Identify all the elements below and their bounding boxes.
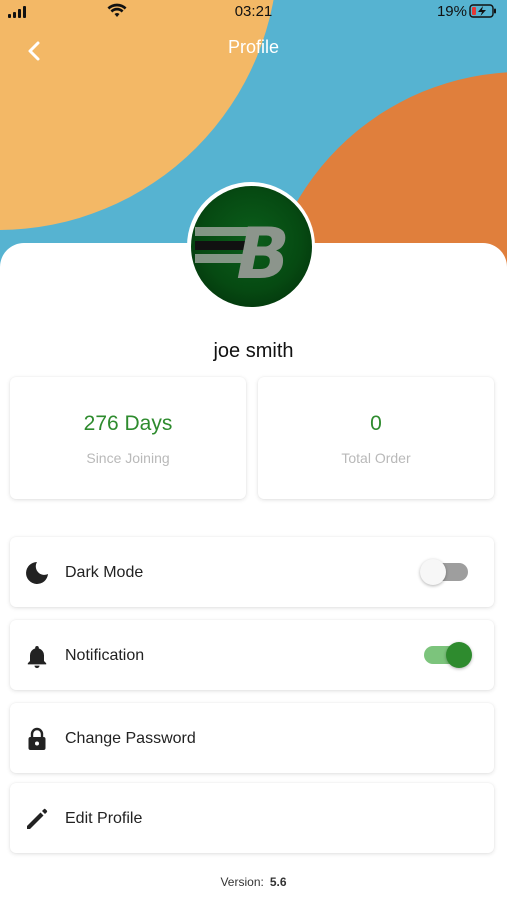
avatar-logo: B — [190, 185, 312, 307]
stat-label: Since Joining — [86, 450, 170, 466]
page-title: Profile — [227, 37, 280, 57]
setting-label: Notification — [65, 647, 145, 664]
notification-toggle[interactable] — [424, 642, 472, 668]
toggle-knob — [446, 642, 472, 668]
avatar[interactable]: B — [187, 182, 315, 310]
stat-label: Total Order — [341, 450, 411, 466]
setting-change-password[interactable]: Change Password — [10, 703, 494, 773]
bell-icon — [27, 646, 47, 669]
stat-value: 276 Days — [83, 412, 173, 435]
moon-icon — [26, 562, 48, 584]
pencil-icon — [27, 808, 48, 829]
setting-notification: Notification — [10, 620, 494, 690]
version-label: Version: — [220, 875, 264, 889]
user-name: joe smith — [213, 340, 294, 362]
stat-card-orders: 0 Total Order — [258, 377, 494, 499]
battery-percent: 19% — [436, 3, 467, 20]
setting-dark-mode: Dark Mode — [10, 537, 494, 607]
setting-label: Dark Mode — [65, 564, 144, 581]
version-value: 5.6 — [269, 875, 287, 889]
battery-charging-icon — [469, 4, 496, 18]
status-bar: 03:21 19% — [0, 0, 507, 24]
svg-text:B: B — [236, 213, 289, 295]
setting-edit-profile[interactable]: Edit Profile — [10, 783, 494, 853]
lock-icon — [28, 727, 46, 750]
dark-mode-toggle[interactable] — [420, 559, 468, 585]
stat-value: 0 — [370, 412, 382, 435]
setting-label: Edit Profile — [65, 810, 143, 827]
setting-label: Change Password — [65, 730, 196, 747]
clock: 03:21 — [234, 3, 273, 20]
toggle-knob — [420, 559, 446, 585]
stat-card-days: 276 Days Since Joining — [10, 377, 246, 499]
app-version: Version: 5.6 — [0, 875, 507, 889]
logo-b-icon: B — [194, 213, 289, 295]
